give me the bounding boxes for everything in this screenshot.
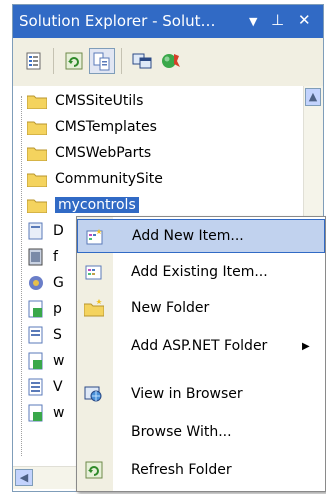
menu-item-label: Add ASP.NET Folder [131,338,268,354]
tree-item-partial[interactable]: D [27,218,64,244]
folder-icon [27,147,47,161]
tree-item-partial[interactable]: w [27,400,64,426]
window-title: Solution Explorer - Solut… [19,12,216,30]
toolbar-separator [53,48,54,74]
menu-item-label: Add New Item... [132,228,244,244]
window-titlebar[interactable]: Solution Explorer - Solut… ▼ ⊥ ✕ [13,5,323,38]
menu-item-add-aspnet-folder[interactable]: Add ASP.NET Folder ▶ [77,329,325,363]
tree-item-partial[interactable]: V [27,374,63,400]
toolbar-separator [121,48,122,74]
asp-config-icon [162,54,180,68]
tree-item-communitysite[interactable]: CommunitySite [27,166,163,192]
menu-item-label: Refresh Folder [131,462,232,478]
tree-item-label: D [53,223,64,239]
menu-item-label: Add Existing Item... [131,264,268,280]
tree-item-label: CMSWebParts [55,145,152,161]
menu-item-label: New Folder [131,300,210,316]
tree-item-label: G [53,275,64,291]
file-icon [28,300,43,318]
tree-item-partial[interactable]: G [27,270,64,296]
tree-item-label: V [53,379,63,395]
add-new-item-icon [86,229,103,245]
file-icon [28,404,43,422]
tree-item-label: CMSTemplates [55,119,157,135]
config-icon [29,276,43,290]
show-all-files-icon [93,52,110,71]
new-folder-icon [84,299,104,317]
tree-item-label: CommunitySite [55,171,163,187]
refresh-icon [65,52,83,70]
tree-item-cmstemplates[interactable]: CMSTemplates [27,114,157,140]
copy-website-button[interactable] [129,48,155,74]
tree-item-label: f [53,249,58,265]
view-in-browser-icon [84,386,102,402]
tree-item-partial[interactable]: f [27,244,58,270]
tree-line [21,96,23,456]
folder-icon [27,121,47,135]
properties-button[interactable] [21,48,47,74]
toolbar [13,38,323,87]
show-all-files-button[interactable] [89,48,115,74]
file-icon [28,326,43,344]
refresh-icon [85,461,103,479]
scroll-up-button[interactable]: ▲ [305,88,321,106]
tree-item-partial[interactable]: p [27,296,62,322]
menu-item-label: Browse With... [131,424,232,440]
file-icon [28,352,43,370]
file-icon [28,222,43,240]
pin-button[interactable]: ⊥ [271,11,284,29]
tree-item-cmssiteutils[interactable]: CMSSiteUtils [27,88,143,114]
folder-icon [27,199,47,213]
tree-item-label: S [53,327,62,343]
context-menu: Add New Item... Add Existing Item... New… [76,216,326,492]
add-existing-item-icon [85,265,102,280]
menu-item-browse-with[interactable]: Browse With... [77,415,325,449]
tree-item-label: w [53,353,65,369]
properties-icon [26,52,41,70]
submenu-arrow-icon: ▶ [302,340,310,352]
copy-website-icon [132,53,152,69]
menu-item-view-in-browser[interactable]: View in Browser [77,377,325,411]
menu-item-add-new-item[interactable]: Add New Item... [77,219,325,253]
tree-item-label: w [53,405,65,421]
menu-item-label: View in Browser [131,386,243,402]
tree-item-label: p [53,301,62,317]
folder-icon [27,173,47,187]
menu-item-new-folder[interactable]: New Folder [77,291,325,325]
tree-item-label: CMSSiteUtils [55,93,144,109]
tree-item-partial[interactable]: S [27,322,62,348]
scroll-left-button[interactable]: ◀ [15,469,33,486]
tree-item-cmswebparts[interactable]: CMSWebParts [27,140,151,166]
tree-item-label-selected: mycontrols [55,197,139,213]
folder-icon [27,95,47,109]
tree-item-partial[interactable]: w [27,348,64,374]
close-button[interactable]: ✕ [298,11,311,29]
menu-item-add-existing-item[interactable]: Add Existing Item... [77,255,325,289]
menu-item-refresh-folder[interactable]: Refresh Folder [77,453,325,487]
file-icon [28,378,43,396]
asp-config-button[interactable] [159,48,185,74]
refresh-button[interactable] [61,48,87,74]
window-dropdown-button[interactable]: ▼ [249,15,257,28]
tree-item-mycontrols[interactable]: mycontrols [27,192,139,218]
file-icon [28,248,43,266]
